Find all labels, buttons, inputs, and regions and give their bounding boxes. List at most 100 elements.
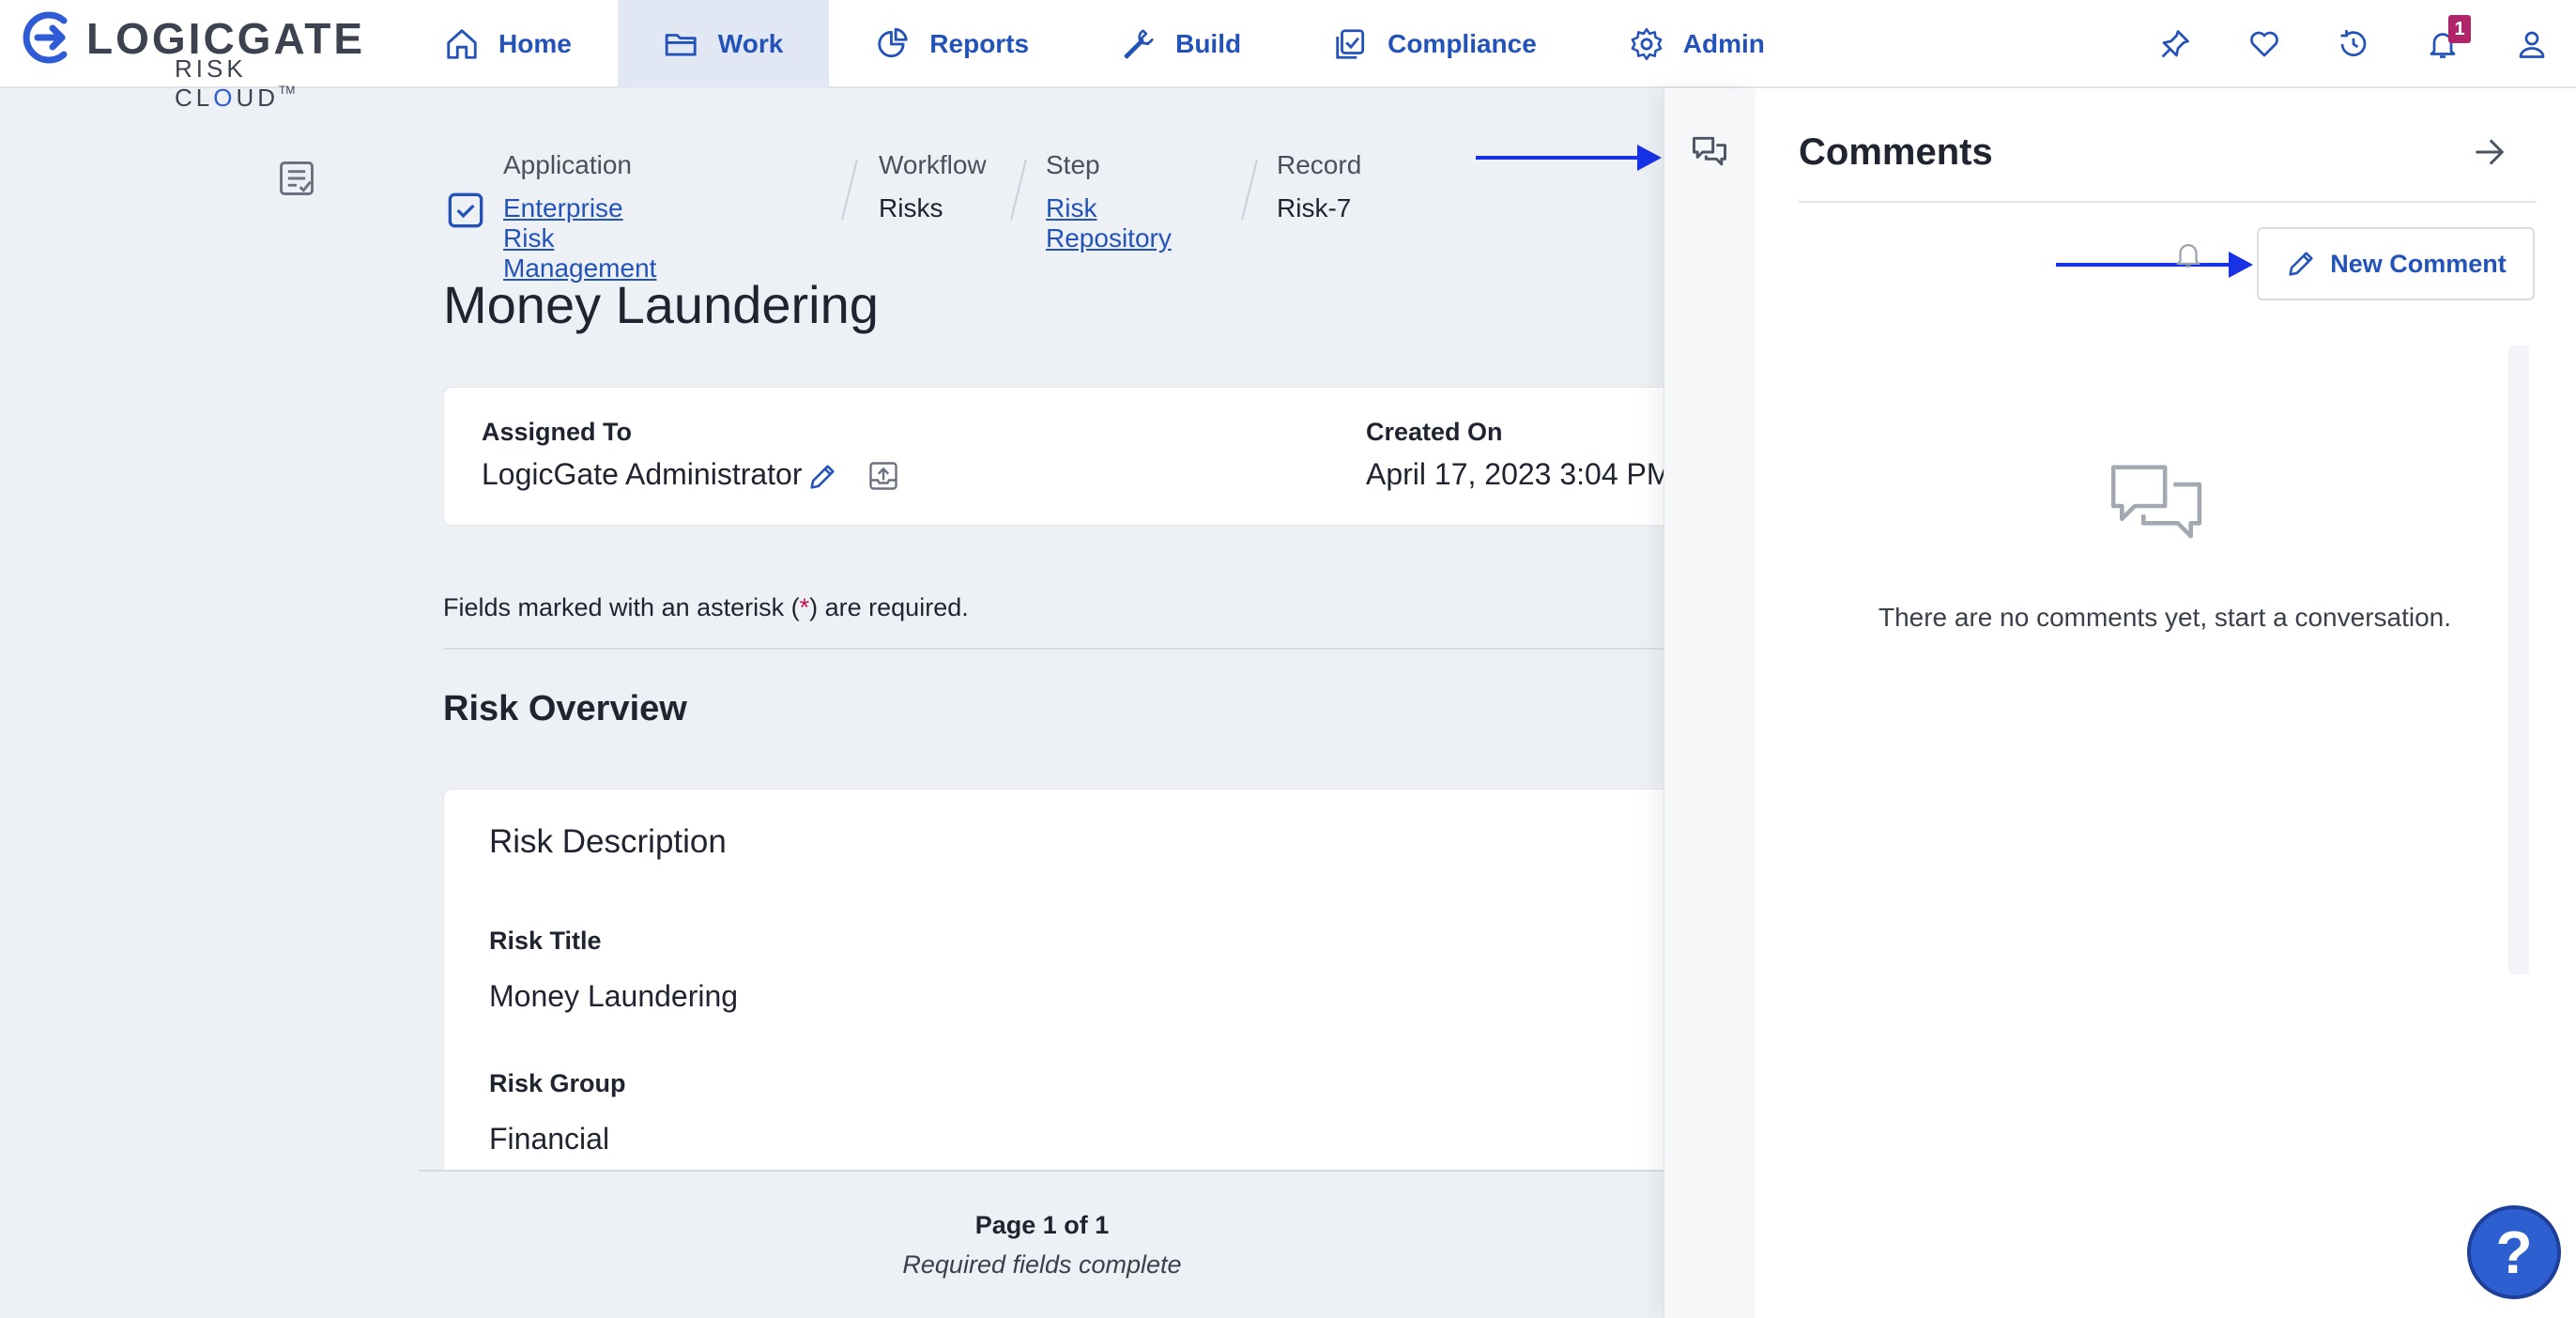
history-icon bbox=[2340, 30, 2366, 56]
utility-nav: 1 bbox=[2130, 0, 2576, 88]
gear-icon bbox=[1631, 27, 1663, 61]
assigned-to-value: LogicGate Administrator bbox=[482, 457, 803, 491]
record-info-card: Assigned To LogicGate Administrator Crea… bbox=[443, 387, 1682, 526]
favorites-button[interactable] bbox=[2219, 0, 2308, 88]
logo-subtitle-part: UD bbox=[236, 84, 280, 112]
card-title: Risk Description bbox=[489, 823, 727, 860]
comments-icon bbox=[2110, 465, 2202, 539]
wrench-icon bbox=[1124, 29, 1154, 59]
comments-panel-title: Comments bbox=[1799, 131, 1993, 173]
section-title: Risk Overview bbox=[443, 689, 687, 728]
created-on-label: Created On bbox=[1366, 418, 1503, 446]
logo-subtitle: RISK CLOUDTM bbox=[175, 54, 359, 113]
annotation-arrow bbox=[1476, 145, 1662, 171]
required-fields-note: Fields marked with an asterisk (*) are r… bbox=[443, 593, 969, 622]
required-note-text: ) are required. bbox=[809, 593, 969, 621]
comment-notifications-button[interactable] bbox=[2172, 238, 2204, 275]
logo-subtitle-dot: O bbox=[213, 84, 237, 112]
breadcrumb-application-label: Application bbox=[503, 150, 632, 179]
nav-build-label: Build bbox=[1175, 29, 1242, 58]
heart-icon bbox=[2249, 31, 2278, 57]
comments-icon bbox=[1693, 136, 1726, 166]
folder-icon bbox=[665, 34, 697, 56]
page-title: Money Laundering bbox=[443, 275, 879, 334]
created-on-value: April 17, 2023 3:04 PM bbox=[1366, 457, 1672, 491]
risk-group-value: Financial bbox=[489, 1122, 610, 1156]
nav-work[interactable]: Work bbox=[617, 0, 830, 88]
required-asterisk: * bbox=[799, 593, 810, 621]
breadcrumb-record-value: Risk-7 bbox=[1277, 193, 1352, 222]
breadcrumb-workflow-value: Risks bbox=[879, 193, 943, 222]
nav-admin[interactable]: Admin bbox=[1583, 0, 1811, 88]
comments-panel: Comments New Comment There are no commen… bbox=[1756, 88, 2576, 1318]
comments-scrollbar[interactable] bbox=[2508, 345, 2529, 974]
risk-title-label: Risk Title bbox=[489, 927, 602, 955]
reassign-button[interactable] bbox=[866, 459, 900, 498]
logo-mark-icon bbox=[23, 11, 68, 64]
panel-divider bbox=[1799, 201, 2537, 203]
history-button[interactable] bbox=[2308, 0, 2398, 88]
form-footer: Page 1 of 1 Required fields complete bbox=[419, 1170, 1665, 1318]
nav-compliance-label: Compliance bbox=[1388, 29, 1537, 58]
annotation-arrow bbox=[2056, 252, 2253, 278]
application-icon bbox=[447, 192, 484, 234]
panel-tab-strip bbox=[1664, 88, 1756, 1318]
logicgate-logo[interactable]: LOGICGATE RISK CLOUDTM bbox=[21, 8, 362, 112]
pin-button[interactable] bbox=[2130, 0, 2219, 88]
nav-build[interactable]: Build bbox=[1075, 0, 1287, 88]
section-divider bbox=[443, 648, 1682, 650]
pin-icon bbox=[2161, 30, 2189, 58]
breadcrumb-step-link[interactable]: Risk Repository bbox=[1046, 193, 1172, 253]
help-button[interactable]: ? bbox=[2467, 1205, 2561, 1299]
breadcrumb-separator bbox=[1010, 160, 1027, 220]
main-nav: Home Work Reports Build Compliance Admin bbox=[398, 0, 1811, 88]
pencil-icon bbox=[810, 465, 835, 489]
risk-description-card: Risk Description Risk Title Money Launde… bbox=[443, 789, 1682, 1173]
question-mark-icon: ? bbox=[2495, 1218, 2533, 1286]
risk-group-label: Risk Group bbox=[489, 1069, 626, 1097]
required-note-text: Fields marked with an asterisk ( bbox=[443, 593, 800, 621]
nav-work-label: Work bbox=[717, 29, 784, 58]
notifications-button[interactable]: 1 bbox=[2398, 0, 2487, 88]
checklist-icon bbox=[1336, 29, 1365, 59]
upload-tray-icon bbox=[869, 462, 897, 490]
user-profile-button[interactable] bbox=[2487, 0, 2576, 88]
breadcrumb-separator bbox=[841, 160, 858, 220]
breadcrumb-workflow: Workflow Risks bbox=[879, 150, 987, 223]
nav-reports-label: Reports bbox=[929, 29, 1030, 58]
breadcrumb-step: Step Risk Repository bbox=[1046, 150, 1172, 253]
pie-chart-icon bbox=[878, 27, 908, 58]
nav-reports[interactable]: Reports bbox=[829, 0, 1075, 88]
arrow-right-icon bbox=[2476, 139, 2504, 165]
empty-comments-message: There are no comments yet, start a conve… bbox=[1878, 603, 2452, 632]
breadcrumb-workflow-label: Workflow bbox=[879, 150, 987, 179]
close-panel-button[interactable] bbox=[2471, 133, 2508, 176]
bell-icon bbox=[2176, 244, 2200, 268]
breadcrumb-application: Application Enterprise Risk Management bbox=[503, 150, 656, 284]
nav-admin-label: Admin bbox=[1682, 29, 1765, 58]
notification-count-badge: 1 bbox=[2448, 15, 2471, 43]
new-comment-button[interactable]: New Comment bbox=[2257, 227, 2535, 300]
top-navigation-bar: LOGICGATE RISK CLOUDTM Home Work Reports… bbox=[0, 0, 2576, 112]
breadcrumb-step-label: Step bbox=[1046, 150, 1100, 179]
new-comment-label: New Comment bbox=[2330, 249, 2507, 278]
pencil-icon bbox=[2289, 252, 2313, 276]
assigned-to-label: Assigned To bbox=[482, 418, 633, 446]
breadcrumb-record-label: Record bbox=[1277, 150, 1362, 179]
document-check-icon bbox=[280, 161, 314, 195]
home-icon bbox=[447, 29, 477, 59]
breadcrumb-application-link[interactable]: Enterprise Risk Management bbox=[503, 193, 656, 284]
edit-assignee-button[interactable] bbox=[806, 461, 838, 498]
checkbox-icon bbox=[448, 192, 483, 228]
comments-toggle-button[interactable] bbox=[1689, 131, 1730, 177]
nav-compliance[interactable]: Compliance bbox=[1287, 0, 1583, 88]
completion-status: Required fields complete bbox=[902, 1250, 1182, 1279]
record-details-toggle[interactable] bbox=[276, 158, 317, 204]
empty-comments-icon bbox=[2105, 454, 2208, 562]
risk-title-value: Money Laundering bbox=[489, 979, 739, 1013]
user-icon bbox=[2519, 31, 2544, 58]
breadcrumb-separator bbox=[1241, 160, 1258, 220]
nav-home[interactable]: Home bbox=[398, 0, 618, 88]
trademark-mark: TM bbox=[279, 84, 296, 97]
nav-home-label: Home bbox=[498, 29, 572, 58]
